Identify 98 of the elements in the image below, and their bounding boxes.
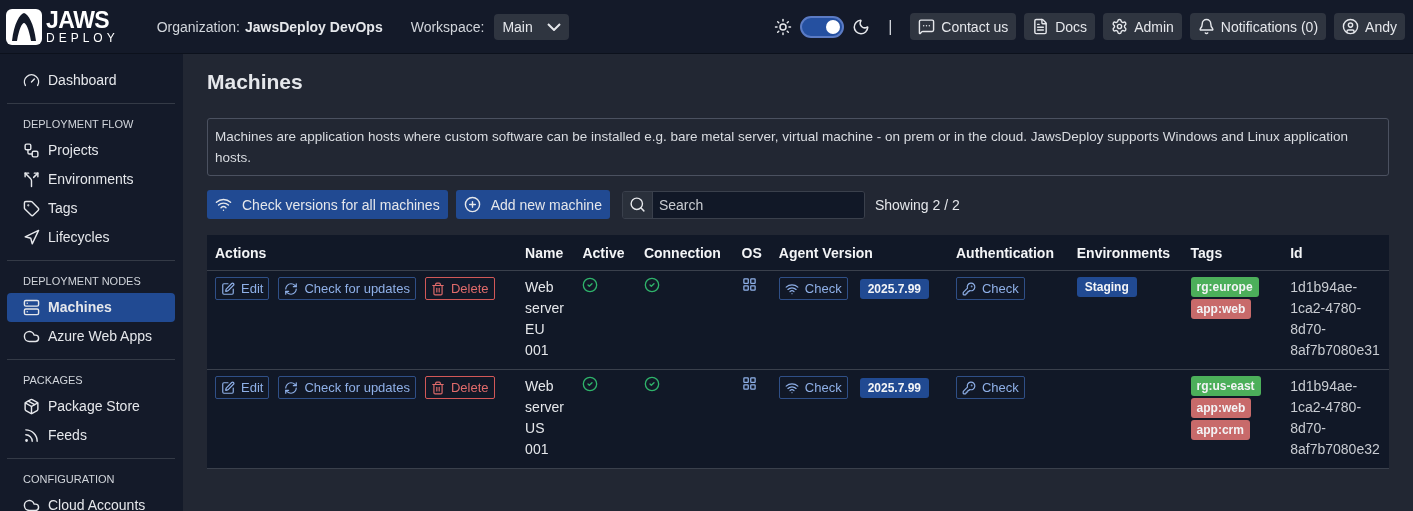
section-heading: CONFIGURATION (22, 472, 116, 487)
sidebar-item[interactable]: Dashboard (7, 66, 175, 95)
moon-icon (852, 17, 871, 36)
section-heading: PACKAGES (22, 373, 84, 388)
description-text: Machines are application hosts where custom software can be installed e.g. bare metal server, virtual machine - on prem or in the cloud. JawsDeploy supports Windows and Linux application hosts. (207, 118, 1389, 176)
gauge-icon (23, 72, 40, 89)
logo-subtext: DEPLOY (46, 32, 119, 44)
delete-button[interactable]: Delete (424, 277, 495, 300)
version-badge: 2025.7.99 (859, 377, 930, 398)
rss-icon (23, 427, 40, 444)
wifi-icon (784, 380, 799, 395)
edit-button[interactable]: Edit (215, 376, 270, 399)
sidebar-item[interactable]: Projects (7, 136, 175, 165)
check-updates-button[interactable]: Check for updates (278, 376, 416, 399)
check-versions-button[interactable]: Check versions for all machines (207, 190, 448, 219)
check-auth-button[interactable]: Check (955, 277, 1025, 300)
results-count: Showing 2 / 2 (874, 196, 960, 213)
tag-badge: app:crm (1190, 420, 1250, 440)
header-button[interactable]: Docs (1024, 13, 1096, 40)
machine-id: 1d1b94ae-1ca2-4780-8d70-8af7b7080e31 (1290, 278, 1381, 360)
section-heading: DEPLOYMENT FLOW (22, 117, 135, 132)
chevron-down-icon (546, 22, 561, 31)
check-updates-button[interactable]: Check for updates (278, 277, 416, 300)
logo-text: JAWS (46, 9, 111, 32)
column-header: Agent Version (770, 235, 948, 271)
organization-label: Organization: (156, 18, 240, 35)
check-auth-button[interactable]: Check (955, 376, 1025, 399)
sidebar-item[interactable]: Machines (7, 293, 175, 322)
trash-icon (430, 281, 445, 296)
server-icon (23, 299, 40, 316)
tag-badge: app:web (1190, 299, 1252, 319)
column-header: Name (517, 235, 575, 271)
sidebar-item[interactable]: Cloud Accounts (7, 491, 175, 511)
machine-name: Web server US 001 (525, 377, 565, 459)
plus-circle-icon (463, 196, 481, 213)
settings-icon (1111, 18, 1129, 35)
logo-icon (6, 8, 42, 45)
chat-icon (918, 18, 936, 35)
machine-name: Web server EU 001 (525, 278, 565, 360)
tag-badge: app:web (1190, 398, 1252, 418)
key-icon (961, 281, 976, 296)
bell-icon (1197, 18, 1215, 35)
sun-icon (774, 17, 793, 36)
workspace-select[interactable]: Main (494, 13, 569, 40)
sidebar-item[interactable]: Environments (7, 165, 175, 194)
edit-icon (221, 281, 235, 296)
split-icon (23, 171, 40, 188)
column-header: Tags (1182, 235, 1283, 271)
key-icon (961, 380, 976, 395)
workspace-label: Workspace: (410, 18, 485, 35)
edit-button[interactable]: Edit (215, 277, 270, 300)
trash-icon (430, 380, 445, 395)
column-header: Connection (635, 235, 734, 271)
nodes-icon (23, 142, 40, 159)
user-icon (1342, 18, 1360, 35)
header-button[interactable]: Andy (1334, 13, 1405, 40)
page-title: Machines (207, 70, 304, 94)
version-badge: 2025.7.99 (859, 278, 930, 299)
cloud-icon (23, 328, 40, 345)
refresh-icon (284, 281, 299, 296)
sidebar-item[interactable]: Lifecycles (7, 223, 175, 252)
header-button[interactable]: Notifications (0) (1189, 13, 1327, 40)
delete-button[interactable]: Delete (424, 376, 495, 399)
search-field[interactable]: Search (621, 190, 865, 219)
tag-icon (23, 200, 40, 217)
check-agent-button[interactable]: Check (778, 376, 848, 399)
edit-icon (221, 380, 235, 395)
theme-toggle[interactable] (800, 15, 845, 38)
column-header: Authentication (947, 235, 1069, 271)
machine-id: 1d1b94ae-1ca2-4780-8d70-8af7b7080e32 (1290, 377, 1381, 459)
document-icon (1032, 18, 1050, 35)
wifi-icon (784, 281, 799, 296)
header-button[interactable]: Contact us (910, 13, 1017, 40)
column-header: OS (733, 235, 771, 271)
column-header: Environments (1068, 235, 1183, 271)
sidebar-item[interactable]: Feeds (7, 421, 175, 450)
search-icon (628, 196, 646, 213)
check-agent-button[interactable]: Check (778, 277, 848, 300)
wifi-icon (215, 196, 232, 213)
environment-badge: Staging (1076, 277, 1137, 297)
column-header: Actions (207, 235, 518, 271)
windows-icon (741, 376, 757, 391)
add-machine-button[interactable]: Add new machine (455, 190, 610, 219)
windows-icon (741, 277, 757, 292)
cloud-icon (23, 497, 40, 511)
column-header: Active (574, 235, 636, 271)
separator-text: | (888, 17, 893, 36)
column-header: Id (1282, 235, 1389, 271)
header-button[interactable]: Admin (1103, 13, 1182, 40)
tag-badge: rg:us-east (1190, 376, 1261, 396)
sidebar-item[interactable]: Azure Web Apps (7, 322, 175, 351)
section-heading: DEPLOYMENT NODES (22, 274, 142, 289)
package-icon (23, 398, 40, 415)
sidebar-item[interactable]: Tags (7, 194, 175, 223)
sidebar-item[interactable]: Package Store (7, 392, 175, 421)
refresh-icon (284, 380, 299, 395)
organization-name: JawsDeploy DevOps (244, 18, 383, 35)
tag-badge: rg:europe (1190, 277, 1259, 297)
